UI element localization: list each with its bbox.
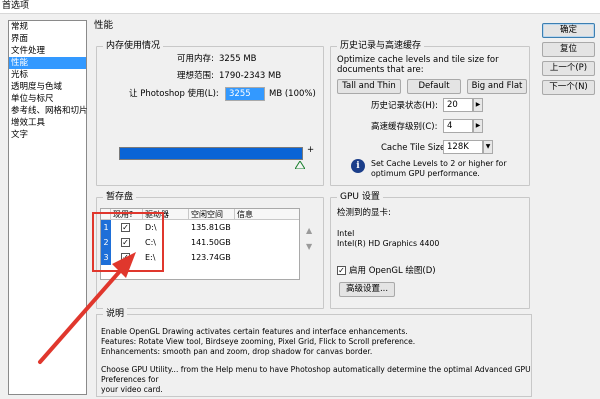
red-arrow: [38, 252, 136, 364]
